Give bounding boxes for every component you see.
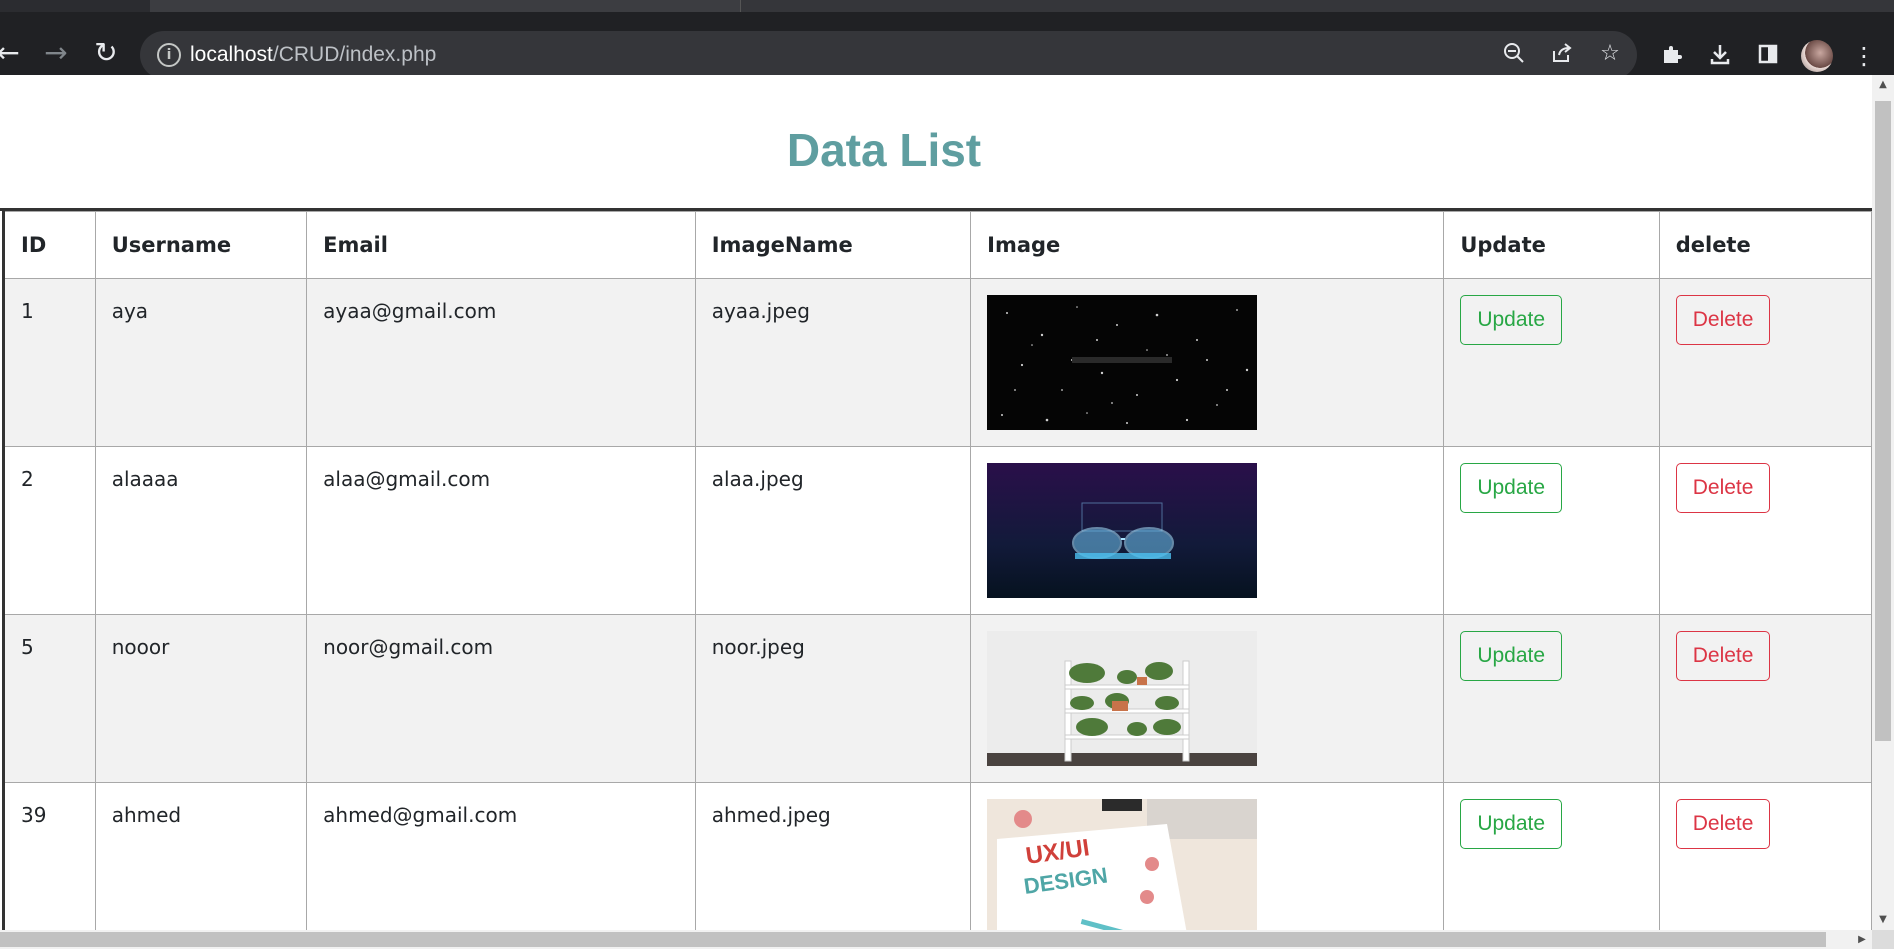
share-icon[interactable] (1549, 41, 1575, 67)
cell-username: nooor (94, 614, 308, 783)
cell-image (970, 446, 1445, 615)
cell-username: alaaaa (94, 446, 308, 615)
cell-id: 5 (2, 614, 96, 783)
cell-email: ayaa@gmail.com (306, 278, 696, 447)
reload-icon[interactable]: ↻ (92, 36, 120, 72)
horizontal-scroll-thumb[interactable] (0, 932, 1826, 947)
cell-image (970, 614, 1445, 783)
thumbnail-image (987, 463, 1258, 598)
cell-delete: Delete (1658, 446, 1872, 615)
table-row: 1 aya ayaa@gmail.com ayaa.jpeg Update De… (2, 278, 1872, 447)
update-button[interactable]: Update (1460, 631, 1563, 681)
cell-imagename: noor.jpeg (694, 614, 972, 783)
cell-id: 39 (2, 782, 96, 930)
url-host: localhost (190, 43, 273, 66)
cell-imagename: alaa.jpeg (694, 446, 972, 615)
thumbnail-image (987, 295, 1258, 430)
column-header-image: Image (970, 211, 1445, 279)
cell-update: Update (1443, 782, 1660, 930)
horizontal-scrollbar[interactable]: ▶ (0, 930, 1872, 949)
browser-toolbar: ← → ↻ i localhost/CRUD/index.php ☆ ⋮ (0, 12, 1894, 79)
column-header-update: Update (1443, 211, 1660, 279)
scrollbar-corner (1872, 930, 1894, 949)
update-button[interactable]: Update (1460, 799, 1563, 849)
active-tab-edge[interactable] (150, 0, 741, 12)
star-icon[interactable]: ☆ (1597, 41, 1623, 67)
zoom-out-icon[interactable] (1501, 41, 1527, 67)
cell-delete: Delete (1658, 782, 1872, 930)
table-row: 2 alaaaa alaa@gmail.com alaa.jpeg Update… (2, 446, 1872, 615)
cell-update: Update (1443, 446, 1660, 615)
page-title: Data List (786, 124, 982, 176)
cell-delete: Delete (1658, 614, 1872, 783)
thumbnail-image (987, 631, 1258, 766)
table-row: 5 nooor noor@gmail.com noor.jpeg Update … (2, 614, 1872, 783)
cell-id: 1 (2, 278, 96, 447)
tab-strip-left (0, 0, 150, 12)
url-text[interactable]: localhost/CRUD/index.php (190, 43, 436, 67)
info-icon[interactable]: i (157, 43, 181, 67)
data-table: ID Username Email ImageName Image Update… (2, 211, 1872, 930)
url-path: /CRUD/index.php (272, 43, 437, 66)
profile-avatar[interactable] (1801, 40, 1833, 72)
thumbnail-image: UX/UI DESIGN (987, 799, 1258, 930)
page-content: Data List ID Username Email ImageName Im… (0, 75, 1872, 930)
address-bar[interactable]: i localhost/CRUD/index.php ☆ (140, 31, 1637, 79)
side-panel-icon[interactable] (1754, 42, 1782, 70)
table-row: 39 ahmed ahmed@gmail.com ahmed.jpeg UX/U… (2, 782, 1872, 930)
download-icon[interactable] (1706, 42, 1734, 70)
cell-email: noor@gmail.com (306, 614, 696, 783)
scroll-down-icon[interactable]: ▼ (1872, 910, 1894, 930)
column-header-delete: delete (1658, 211, 1872, 279)
update-button[interactable]: Update (1460, 295, 1563, 345)
cell-image (970, 278, 1445, 447)
cell-username: aya (94, 278, 308, 447)
kebab-menu-icon[interactable]: ⋮ (1850, 42, 1878, 70)
delete-button[interactable]: Delete (1675, 631, 1771, 681)
cell-email: alaa@gmail.com (306, 446, 696, 615)
column-header-imagename: ImageName (694, 211, 972, 279)
cell-update: Update (1443, 614, 1660, 783)
cell-imagename: ahmed.jpeg (694, 782, 972, 930)
update-button[interactable]: Update (1460, 463, 1563, 513)
tab-strip (0, 0, 1894, 12)
cell-update: Update (1443, 278, 1660, 447)
vertical-scroll-thumb[interactable] (1875, 101, 1891, 741)
scroll-up-icon[interactable]: ▲ (1872, 75, 1894, 95)
cell-username: ahmed (94, 782, 308, 930)
cell-imagename: ayaa.jpeg (694, 278, 972, 447)
column-header-username: Username (94, 211, 308, 279)
scroll-right-icon[interactable]: ▶ (1852, 930, 1872, 949)
column-header-email: Email (306, 211, 696, 279)
cell-email: ahmed@gmail.com (306, 782, 696, 930)
vertical-scrollbar[interactable]: ▲ ▼ (1872, 75, 1894, 930)
cell-delete: Delete (1658, 278, 1872, 447)
table-header-row: ID Username Email ImageName Image Update… (2, 211, 1872, 279)
forward-arrow-icon[interactable]: → (42, 36, 70, 72)
column-header-id: ID (2, 211, 96, 279)
delete-button[interactable]: Delete (1675, 295, 1771, 345)
puzzle-icon[interactable] (1658, 42, 1686, 70)
back-arrow-icon[interactable]: ← (0, 36, 22, 72)
cell-id: 2 (2, 446, 96, 615)
cell-image: UX/UI DESIGN (970, 782, 1445, 930)
delete-button[interactable]: Delete (1675, 799, 1771, 849)
delete-button[interactable]: Delete (1675, 463, 1771, 513)
